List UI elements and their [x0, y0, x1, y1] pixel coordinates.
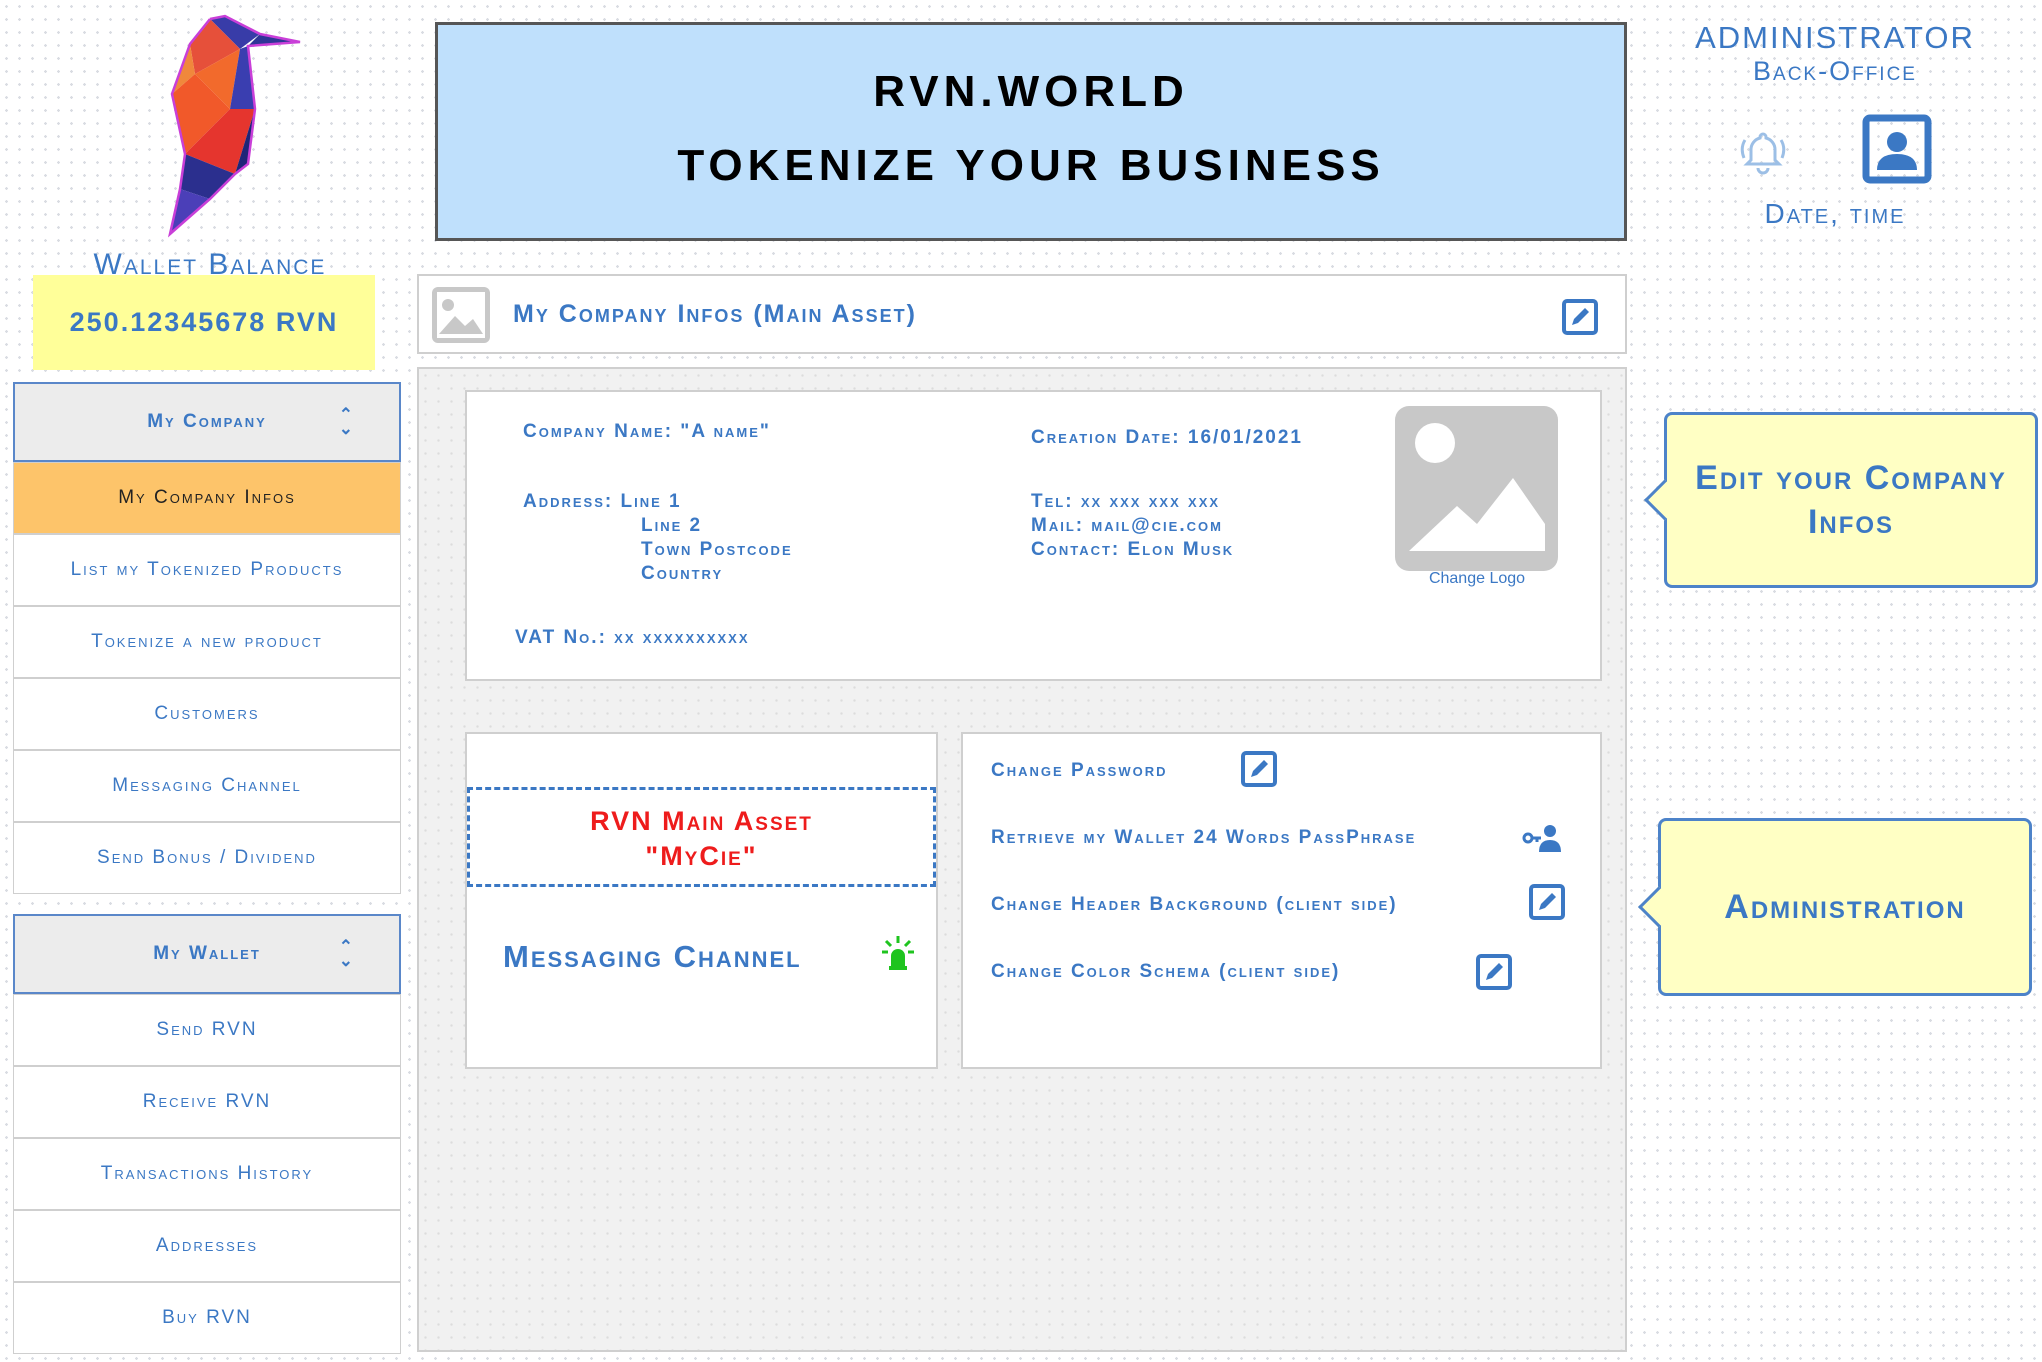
main-asset-name: "MyCie" — [645, 841, 758, 871]
raven-logo — [167, 14, 301, 238]
messaging-card: RVN Main Asset "MyCie" Messaging Channel — [465, 732, 938, 1069]
main-asset-label: RVN Main Asset — [590, 806, 813, 836]
banner-subtitle: TOKENIZE YOUR BUSINESS — [677, 141, 1385, 190]
company-infos-bar: My Company Infos (Main Asset) — [417, 274, 1627, 354]
edit-icon[interactable] — [1476, 954, 1512, 990]
company-logo-placeholder[interactable] — [1395, 406, 1558, 571]
company-address-line1: Address: Line 1 — [523, 491, 682, 512]
callout-pointer — [1643, 479, 1686, 521]
company-menu-header-label: My Company — [147, 411, 267, 432]
callout-text: Edit your Company Infos — [1695, 459, 2007, 541]
image-placeholder-icon — [1409, 423, 1545, 551]
change-logo-link[interactable]: Change Logo — [1387, 570, 1567, 588]
sidebar-item-addresses[interactable]: Addresses — [13, 1210, 401, 1282]
sidebar-item-messaging-channel[interactable]: Messaging Channel — [13, 750, 401, 822]
company-address-line4: Country — [641, 563, 724, 584]
live-indicator-icon — [882, 936, 914, 970]
wallet-menu-header-label: My Wallet — [153, 943, 261, 964]
sidebar-item-my-company-infos[interactable]: My Company Infos — [13, 462, 401, 534]
key-user-icon[interactable] — [1521, 820, 1563, 856]
sidebar-item-transactions-history[interactable]: Transactions History — [13, 1138, 401, 1210]
change-header-background-link[interactable]: Change Header Background (client side) — [991, 894, 1398, 916]
administration-card: Change Password Retrieve my Wallet 24 Wo… — [961, 732, 1602, 1069]
main-asset-box: RVN Main Asset "MyCie" — [467, 787, 936, 887]
company-info-card: Company Name: "A name" Address: Line 1 L… — [465, 390, 1602, 681]
wallet-menu-header[interactable]: My Wallet ⌃ ⌄ — [13, 914, 401, 994]
company-tel: Tel: xx xxx xxx xxx — [1031, 491, 1221, 512]
sidebar-item-list-products[interactable]: List my Tokenized Products — [13, 534, 401, 606]
callout-pointer — [1637, 886, 1680, 928]
header-banner: RVN.WORLD TOKENIZE YOUR BUSINESS — [435, 22, 1627, 241]
sidebar-item-receive-rvn[interactable]: Receive RVN — [13, 1066, 401, 1138]
sidebar-item-send-rvn[interactable]: Send RVN — [13, 994, 401, 1066]
admin-title: ADMINISTRATOR — [1695, 20, 1975, 55]
sidebar-item-send-bonus[interactable]: Send Bonus / Dividend — [13, 822, 401, 894]
company-address-line3: Town Postcode — [641, 539, 793, 560]
wallet-balance-value: 250.12345678 RVN — [33, 275, 375, 370]
admin-subtitle: Back-Office — [1753, 56, 1917, 86]
edit-company-infos-callout: Edit your Company Infos — [1643, 412, 2038, 588]
company-vat: VAT No.: xx xxxxxxxxxx — [515, 627, 750, 648]
messaging-channel-label[interactable]: Messaging Channel — [503, 939, 802, 975]
company-infos-title: My Company Infos (Main Asset) — [513, 300, 917, 328]
company-menu-header[interactable]: My Company ⌃ ⌄ — [13, 382, 401, 462]
callout-text: Administration — [1724, 887, 1966, 926]
bell-icon[interactable] — [1738, 128, 1788, 176]
image-placeholder-icon — [432, 287, 490, 343]
date-time: Date, time — [1764, 198, 1906, 229]
sidebar-item-tokenize-product[interactable]: Tokenize a new product — [13, 606, 401, 678]
wallet-menu: My Wallet ⌃ ⌄ Send RVN Receive RVN Transa… — [13, 914, 401, 1354]
company-mail: Mail: mail@cie.com — [1031, 515, 1223, 536]
retrieve-passphrase-link[interactable]: Retrieve my Wallet 24 Words PassPhrase — [991, 827, 1416, 849]
banner-title: RVN.WORLD — [873, 67, 1189, 116]
change-color-schema-link[interactable]: Change Color Schema (client side) — [991, 961, 1340, 983]
edit-icon[interactable] — [1241, 751, 1277, 787]
company-address-line2: Line 2 — [641, 515, 703, 536]
edit-icon[interactable] — [1529, 884, 1565, 920]
company-menu: My Company ⌃ ⌄ My Company Infos List my T… — [13, 382, 401, 894]
edit-icon[interactable] — [1562, 299, 1598, 335]
sidebar-item-buy-rvn[interactable]: Buy RVN — [13, 1282, 401, 1354]
company-creation-date: Creation Date: 16/01/2021 — [1031, 427, 1303, 448]
company-contact: Contact: Elon Musk — [1031, 539, 1235, 560]
change-password-link[interactable]: Change Password — [991, 760, 1168, 782]
administration-callout: Administration — [1637, 818, 2032, 996]
sidebar-item-customers[interactable]: Customers — [13, 678, 401, 750]
user-profile-icon[interactable] — [1862, 114, 1932, 184]
expand-collapse-icon[interactable]: ⌃ ⌄ — [339, 406, 355, 437]
company-name: Company Name: "A name" — [523, 421, 771, 442]
expand-collapse-icon[interactable]: ⌃ ⌄ — [339, 938, 355, 969]
